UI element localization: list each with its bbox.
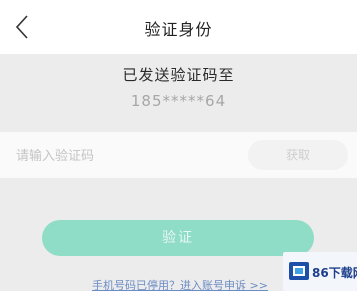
site-watermark: 86下载网 <box>283 252 357 291</box>
account-appeal-link[interactable]: 手机号码已停用？进入账号申诉 >> <box>92 277 268 291</box>
get-code-button[interactable]: 获取 <box>248 140 348 170</box>
verification-code-input[interactable] <box>14 140 228 172</box>
masked-phone-number: 185*****64 <box>130 92 227 110</box>
top-bar: 验证身份 <box>0 0 357 54</box>
verify-identity-screen: 验证身份 已发送验证码至 185*****64 获取 验证 手机号码已停用？进入… <box>0 0 357 291</box>
code-sent-label: 已发送验证码至 <box>122 66 235 84</box>
page-title: 验证身份 <box>144 20 213 39</box>
box-logo-icon <box>289 262 309 280</box>
verify-button[interactable]: 验证 <box>42 220 314 256</box>
watermark-text: 86下载网 <box>312 266 357 280</box>
code-input-row: 获取 <box>0 132 357 178</box>
